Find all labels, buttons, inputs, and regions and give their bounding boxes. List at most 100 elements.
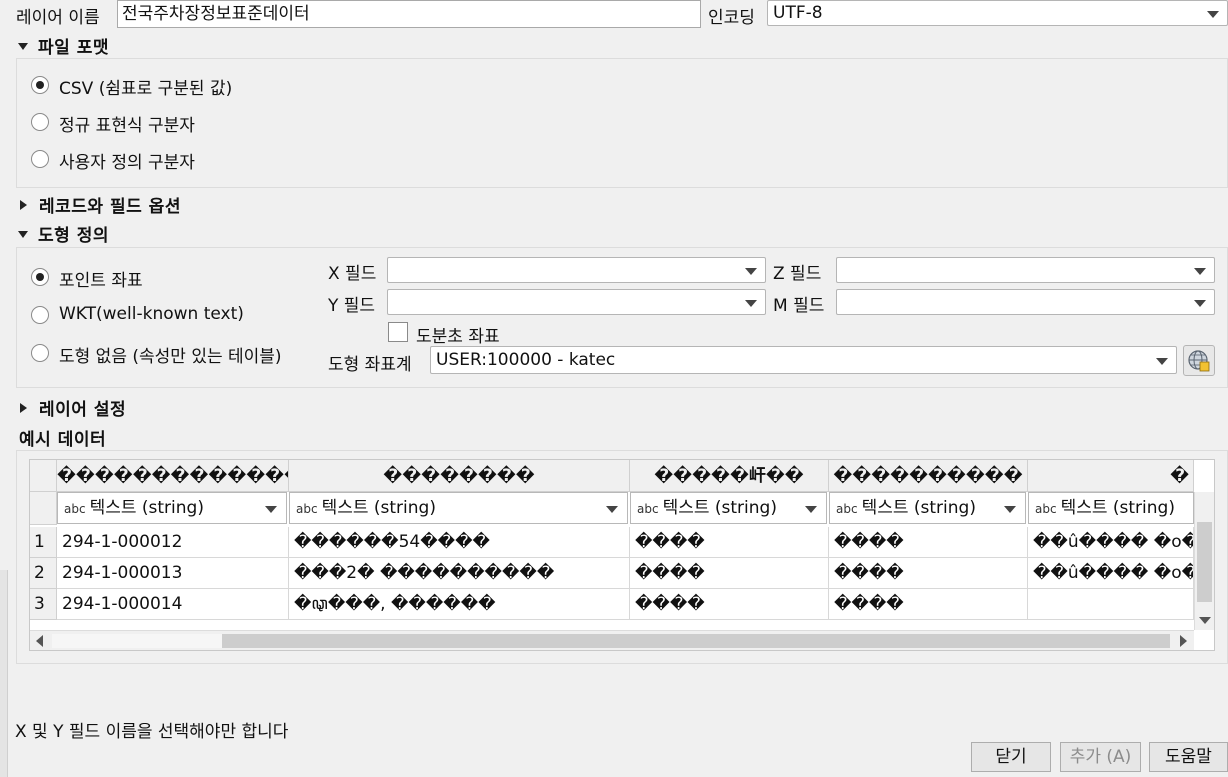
layer-settings-header[interactable]: 레이어 설정 [20,395,126,420]
triangle-right-icon [20,403,27,413]
m-field-select[interactable] [836,289,1215,315]
type-prefix: abc [64,502,86,516]
triangle-down-icon [18,230,28,238]
encoding-value: UTF-8 [773,3,823,23]
dms-checkbox[interactable] [388,322,408,342]
file-format-header[interactable]: 파일 포맷 [18,33,109,58]
horizontal-scrollbar[interactable] [30,630,1194,650]
field-type-select[interactable]: abc 텍스트 (string) [630,492,827,524]
z-field-select[interactable] [836,257,1215,283]
table-cell: ��û���� �o� [1028,527,1194,558]
table-cell: ��û���� �o� [1028,558,1194,589]
table-cell: ���� [829,558,1028,589]
triangle-down-icon [18,42,28,50]
sample-data-table[interactable]: �������������8 �������� �����屽�� �������… [29,459,1215,651]
custom-delimiter-label[interactable]: 사용자 정의 구분자 [59,148,195,173]
type-row-header [30,492,57,525]
wkt-radio[interactable] [31,306,49,324]
row-number: 3 [30,589,57,620]
globe-crs-icon [1188,350,1210,372]
type-label: 텍스트 (string) [662,498,777,518]
type-prefix: abc [836,502,858,516]
dms-label[interactable]: 도분초 좌표 [416,322,500,347]
type-prefix: abc [637,502,659,516]
field-type-select[interactable]: abc 텍스트 (string) [57,492,287,524]
column-header[interactable]: � [1028,460,1194,492]
chevron-down-icon [606,506,618,513]
vertical-scroll-thumb[interactable] [1197,522,1212,602]
row-number: 2 [30,558,57,589]
crs-select[interactable]: USER:100000 - katec [430,346,1177,374]
table-cell: ������54���� [289,527,630,558]
no-geometry-radio[interactable] [31,344,49,362]
crs-selector-button[interactable] [1183,345,1215,376]
regex-label[interactable]: 정규 표현식 구분자 [59,111,195,136]
csv-label[interactable]: CSV (쉼표로 구분된 값) [59,74,232,99]
layer-name-label: 레이어 이름 [16,8,100,28]
left-edge [0,570,8,777]
y-field-select[interactable] [387,289,766,315]
m-field-label: M 필드 [773,296,825,316]
chevron-down-icon [1004,506,1016,513]
add-button[interactable]: 추가 (A) [1060,742,1141,772]
field-type-select[interactable]: abc 텍스트 (string) [289,492,628,524]
status-message: X 및 Y 필드 이름을 선택해야만 합니다 [15,722,289,742]
type-label: 텍스트 (string) [321,498,436,518]
horizontal-scroll-track [52,634,222,648]
layer-settings-title: 레이어 설정 [39,400,127,420]
table-cell: ���2� ���������� [289,558,630,589]
layer-name-input[interactable]: 전국주차장정보표준데이터 [117,0,701,28]
records-fields-title: 레코드와 필드 옵션 [39,197,181,217]
table-cell: ���� [630,589,829,620]
column-header[interactable]: �������������8 [57,460,289,492]
type-label: 텍스트 (string) [861,498,976,518]
csv-radio[interactable] [31,76,49,94]
chevron-down-icon [1156,358,1168,365]
scroll-down-icon[interactable] [1199,617,1211,624]
x-field-label: X 필드 [328,264,377,284]
table-cell: ���� [630,527,829,558]
type-label: 텍스트 (string) [1060,498,1175,518]
close-button[interactable]: 닫기 [971,742,1051,772]
file-format-title: 파일 포맷 [38,38,109,58]
help-button[interactable]: 도움말 [1149,742,1228,772]
crs-label: 도형 좌표계 [328,355,412,375]
type-prefix: abc [1035,502,1057,516]
chevron-down-icon [1194,268,1206,275]
chevron-down-icon [745,300,757,307]
records-fields-header[interactable]: 레코드와 필드 옵션 [20,192,181,217]
encoding-label: 인코딩 [708,8,755,28]
column-header[interactable]: �������� [289,460,630,492]
x-field-select[interactable] [387,257,766,283]
row-number: 1 [30,527,57,558]
geometry-title: 도형 정의 [38,226,109,246]
field-type-select[interactable]: abc 텍스트 (string) [1028,492,1194,524]
table-cell: ���� [630,558,829,589]
column-header[interactable]: ���������� [829,460,1028,492]
table-cell: 294-1-000012 [57,527,289,558]
encoding-select[interactable]: UTF-8 [767,0,1228,26]
z-field-label: Z 필드 [773,264,822,284]
triangle-right-icon [20,200,27,210]
wkt-label[interactable]: WKT(well-known text) [59,304,244,324]
chevron-down-icon [745,268,757,275]
no-geometry-label[interactable]: 도형 없음 (속성만 있는 테이블) [59,342,282,367]
point-coords-radio[interactable] [31,268,49,286]
chevron-down-icon [805,506,817,513]
geometry-header[interactable]: 도형 정의 [18,221,109,246]
regex-radio[interactable] [31,113,49,131]
type-prefix: abc [296,502,318,516]
column-header[interactable]: �����屽�� [630,460,829,492]
horizontal-scroll-thumb[interactable] [222,634,1170,648]
scroll-left-icon[interactable] [36,635,43,647]
vertical-scrollbar[interactable] [1194,492,1214,630]
point-coords-label[interactable]: 포인트 좌표 [59,266,143,291]
table-cell: 294-1-000013 [57,558,289,589]
table-corner [30,460,57,492]
table-cell: ���� [829,589,1028,620]
custom-delimiter-radio[interactable] [31,150,49,168]
scroll-right-icon[interactable] [1180,635,1187,647]
field-type-select[interactable]: abc 텍스트 (string) [829,492,1026,524]
table-cell: ���� [829,527,1028,558]
chevron-down-icon [1194,300,1206,307]
